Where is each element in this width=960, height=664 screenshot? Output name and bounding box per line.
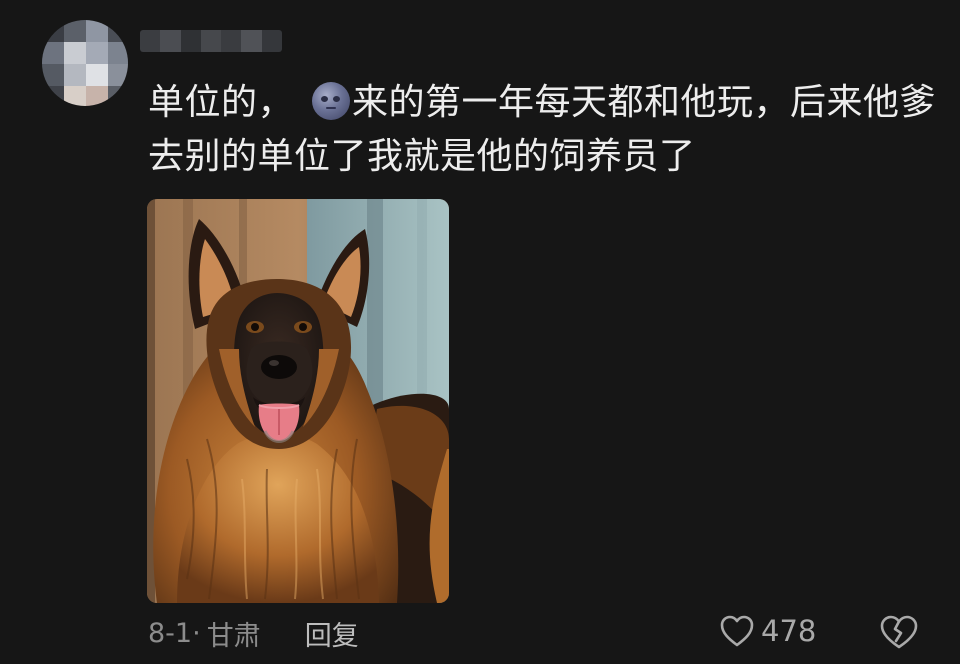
comment-date: 8-1·	[148, 618, 201, 649]
new-moon-face-icon	[312, 82, 351, 120]
comment-line-1: 单位的， 来的第一年每天都和他玩，后来他爹	[148, 76, 938, 130]
avatar[interactable]	[42, 20, 128, 106]
dislike-button[interactable]	[879, 614, 919, 654]
comment-location: 甘肃	[206, 621, 261, 652]
reply-button[interactable]: 回复	[305, 614, 359, 653]
comment-text-part: 来的第一年每天都和他玩，后来他爹	[352, 82, 937, 123]
comment-text: 单位的， 来的第一年每天都和他玩，后来他爹 去别的单位了我就是他的饲养员了	[148, 76, 938, 184]
broken-heart-outline-icon	[880, 615, 918, 649]
comment-meta: 8-1· 甘肃 回复	[148, 614, 359, 653]
comment-line-2: 去别的单位了我就是他的饲养员了	[148, 136, 696, 177]
username-blurred[interactable]	[140, 30, 282, 52]
comment-photo[interactable]	[147, 199, 449, 603]
like-count: 478	[761, 614, 817, 648]
like-button[interactable]: 478	[719, 614, 816, 648]
heart-outline-icon	[720, 615, 754, 647]
comment-text-part: 单位的，	[148, 82, 295, 123]
